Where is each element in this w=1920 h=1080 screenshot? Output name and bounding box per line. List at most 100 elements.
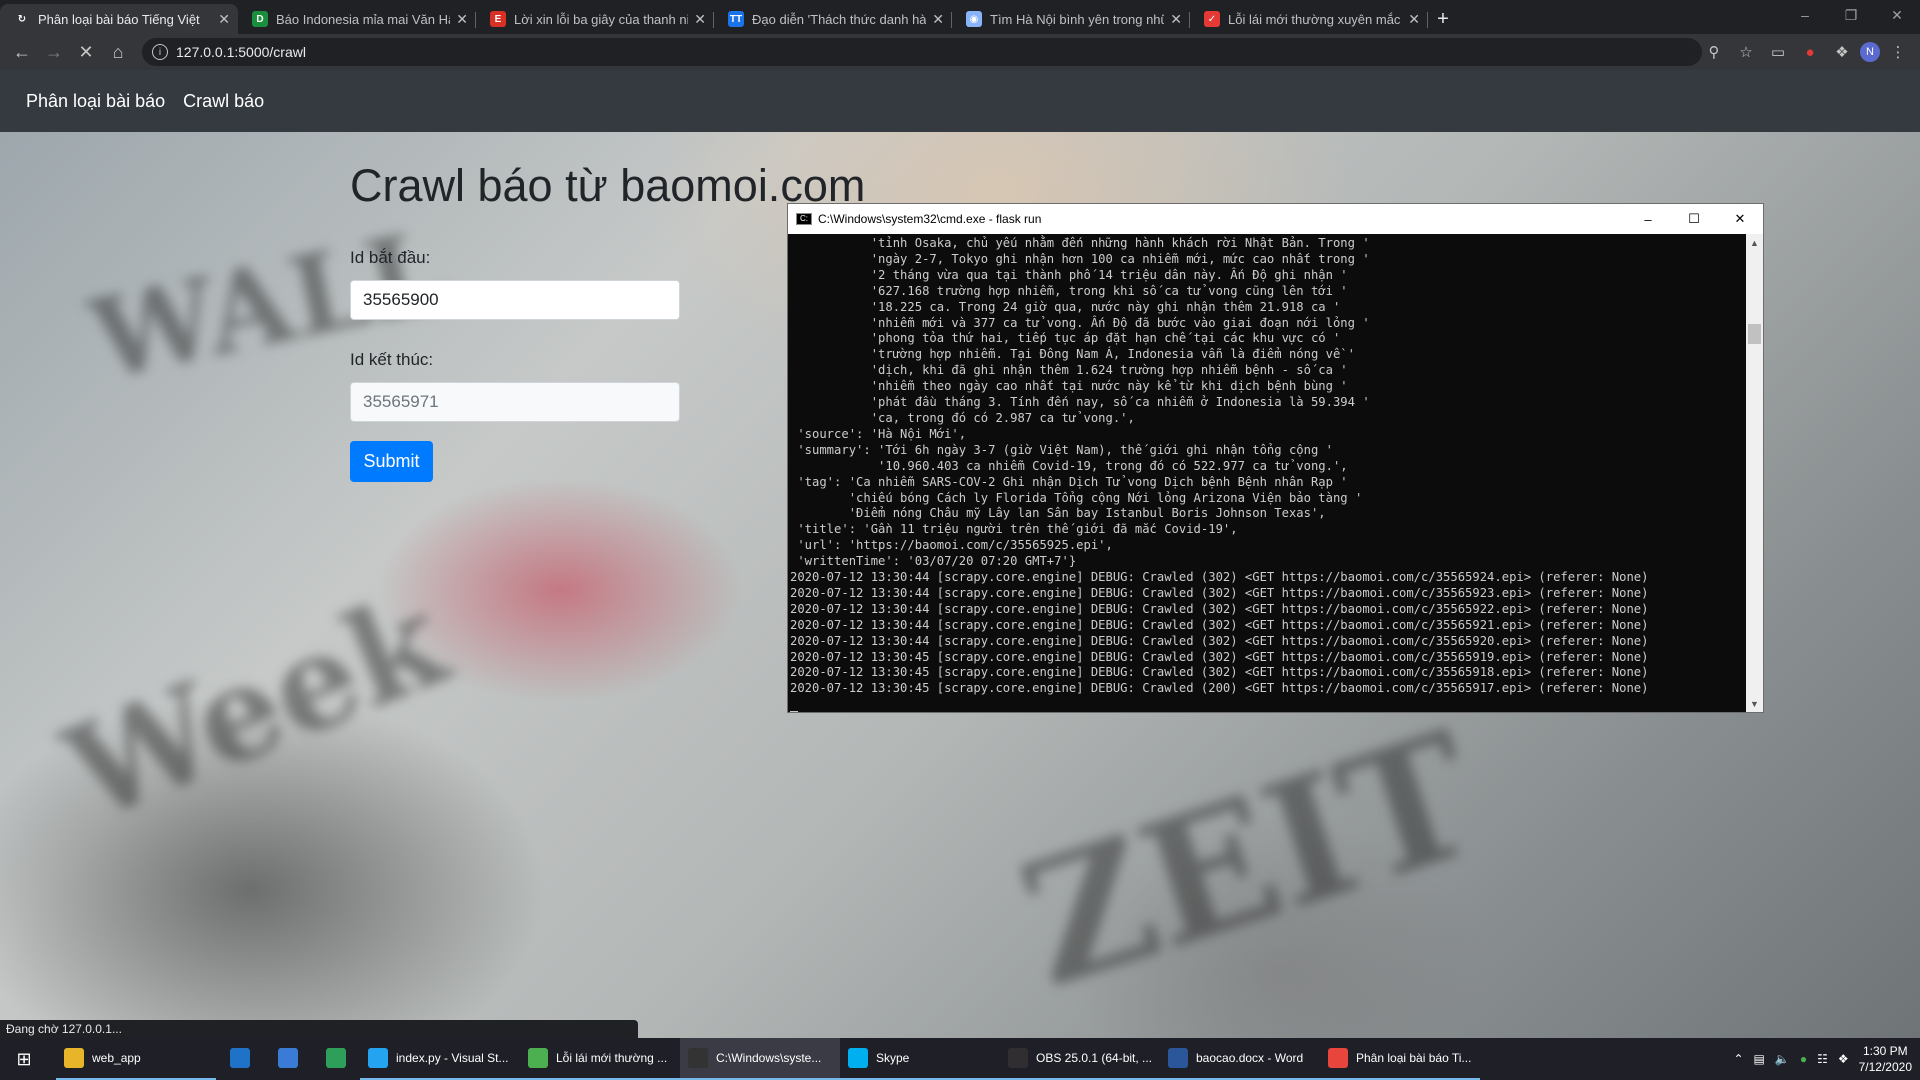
scroll-up-icon[interactable]: ▲: [1746, 234, 1763, 251]
minimize-icon[interactable]: –: [1782, 0, 1828, 30]
cmd-output-line: 'writtenTime': '03/07/20 07:20 GMT+7'}: [790, 554, 1077, 569]
tab-close-icon[interactable]: ✕: [694, 11, 706, 28]
extension-red-icon[interactable]: ●: [1796, 38, 1824, 66]
taskbar-item-label: baocao.docx - Word: [1196, 1051, 1304, 1065]
cmd-titlebar[interactable]: C: C:\Windows\system32\cmd.exe - flask r…: [788, 204, 1763, 234]
taskbar-item[interactable]: [312, 1038, 360, 1080]
cmd-output-line: 2020-07-12 13:30:45 [scrapy.core.engine]…: [790, 649, 1649, 664]
window-controls: – ❐ ✕: [1782, 0, 1920, 30]
zoom-icon[interactable]: ⚲: [1700, 38, 1728, 66]
taskbar: ⊞ web_app index.py - Visual St... Lỗi lái …: [0, 1038, 1920, 1080]
browser-tab[interactable]: TT Đạo diễn 'Thách thức danh hài' b ✕: [714, 4, 952, 34]
windows-start-icon[interactable]: ⊞: [0, 1038, 48, 1080]
cmd-scrollbar[interactable]: ▲ ▼: [1746, 234, 1763, 712]
clock[interactable]: 1:30 PM 7/12/2020: [1859, 1043, 1912, 1075]
store-icon: [278, 1048, 298, 1068]
tab-close-icon[interactable]: ✕: [218, 11, 230, 28]
taskbar-item-label: index.py - Visual St...: [396, 1051, 509, 1065]
pocket-icon[interactable]: ▭: [1764, 38, 1792, 66]
taskbar-item[interactable]: web_app: [56, 1038, 216, 1080]
cmd-output-line: 2020-07-12 13:30:45 [scrapy.core.engine]…: [790, 665, 1649, 680]
cmd-output-line: '627.168 trường hợp nhiễm, trong khi số …: [790, 283, 1348, 298]
profile-avatar[interactable]: N: [1860, 42, 1880, 62]
cmd-app-icon: C:: [796, 213, 812, 225]
browser-tab[interactable]: ✓ Lỗi lái mới thường xuyên mắc ph ✕: [1190, 4, 1428, 34]
taskbar-item[interactable]: baocao.docx - Word: [1160, 1038, 1320, 1080]
stop-loading-icon[interactable]: ✕: [70, 36, 102, 68]
cmd-output-line: 'ngày 2-7, Tokyo ghi nhận hơn 100 ca nhi…: [790, 251, 1370, 266]
cmd-output-line: 'nhiễm theo ngày cao nhất tại nước này k…: [790, 379, 1348, 394]
scrollbar-thumb[interactable]: [1748, 324, 1761, 344]
forward-icon[interactable]: →: [38, 36, 70, 68]
taskbar-item[interactable]: Skype: [840, 1038, 1000, 1080]
cmd-output-line: '10.960.403 ca nhiễm Covid-19, trong đó …: [790, 458, 1348, 473]
cmd-output-line: 2020-07-12 13:30:44 [scrapy.core.engine]…: [790, 633, 1649, 648]
cmd-output-line: 2020-07-12 13:30:44 [scrapy.core.engine]…: [790, 601, 1649, 616]
minimize-icon[interactable]: –: [1625, 204, 1671, 234]
tab-close-icon[interactable]: ✕: [456, 11, 468, 28]
volume-icon[interactable]: 🔈: [1775, 1052, 1790, 1066]
cmd-output-line: 'chiếu bóng Cách ly Florida Tổng cộng Nớ…: [790, 490, 1363, 505]
toolbar-actions: ⚲ ☆ ▭ ● ❖ N ⋮: [1700, 38, 1912, 66]
extensions-puzzle-icon[interactable]: ❖: [1828, 38, 1856, 66]
close-icon[interactable]: ✕: [1717, 204, 1763, 234]
taskbar-item[interactable]: [264, 1038, 312, 1080]
home-icon[interactable]: ⌂: [102, 36, 134, 68]
browser-tab[interactable]: ↻ Phân loại bài báo Tiếng Việt ✕: [0, 4, 238, 34]
browser-tab[interactable]: E Lời xin lỗi ba giây của thanh niên ✕: [476, 4, 714, 34]
network-icon[interactable]: ☷: [1817, 1052, 1828, 1066]
tab-title: Báo Indonesia mỉa mai Văn Hậu: [276, 11, 450, 27]
taskbar-item[interactable]: C:\Windows\syste...: [680, 1038, 840, 1080]
submit-button[interactable]: Submit: [350, 441, 433, 482]
tab-close-icon[interactable]: ✕: [1408, 11, 1420, 28]
taskbar-item-label: OBS 25.0.1 (64-bit, ...: [1036, 1051, 1152, 1065]
tray-notes-icon[interactable]: ▤: [1754, 1052, 1765, 1066]
scroll-down-icon[interactable]: ▼: [1746, 695, 1763, 712]
bookmark-star-icon[interactable]: ☆: [1732, 38, 1760, 66]
cmd-output-line: 2020-07-12 13:30:44 [scrapy.core.engine]…: [790, 585, 1649, 600]
cmd-output-line: 'summary': 'Tới 6h ngày 3-7 (giờ Việt Na…: [790, 442, 1333, 457]
browser-tab[interactable]: ◉ Tìm Hà Nội bình yên trong những ✕: [952, 4, 1190, 34]
cmd-window-controls: – ☐ ✕: [1625, 204, 1763, 234]
chrome-icon: [1328, 1048, 1348, 1068]
nav-link-crawl[interactable]: Crawl báo: [183, 91, 264, 112]
cmd-output-line: 2020-07-12 13:30:44 [scrapy.core.engine]…: [790, 570, 1649, 585]
loading-spinner-icon: ↻: [17, 13, 27, 25]
cmd-output-line: 'title': 'Gần 11 triệu người trên thế gi…: [790, 522, 1238, 537]
taskbar-item[interactable]: OBS 25.0.1 (64-bit, ...: [1000, 1038, 1160, 1080]
taskbar-item[interactable]: Phân loại bài báo Ti...: [1320, 1038, 1480, 1080]
maximize-icon[interactable]: ☐: [1671, 204, 1717, 234]
cmd-output-line: 'nhiễm mới và 377 ca tử vong. Ấn Độ đã b…: [790, 315, 1370, 330]
close-window-icon[interactable]: ✕: [1874, 0, 1920, 30]
cmd-window[interactable]: C: C:\Windows\system32\cmd.exe - flask r…: [787, 203, 1764, 713]
dropbox-icon[interactable]: ❖: [1838, 1052, 1849, 1066]
taskbar-item-label: Phân loại bài báo Ti...: [1356, 1051, 1472, 1065]
site-info-icon[interactable]: i: [152, 44, 168, 60]
cmd-output-line: 'phong tỏa thứ hai, tiếp tục áp đặt hạn …: [790, 331, 1341, 346]
cmd-title: C:\Windows\system32\cmd.exe - flask run: [818, 212, 1042, 226]
taskbar-item[interactable]: index.py - Visual St...: [360, 1038, 520, 1080]
taskbar-item-label: web_app: [92, 1051, 141, 1065]
cmd-output-line: 2020-07-12 13:30:44 [scrapy.core.engine]…: [790, 617, 1649, 632]
system-tray: ⌃ ▤ 🔈 ● ☷ ❖ 1:30 PM 7/12/2020: [1733, 1038, 1912, 1080]
tab-close-icon[interactable]: ✕: [1170, 11, 1182, 28]
tray-shield-icon[interactable]: ●: [1800, 1052, 1807, 1066]
restore-icon[interactable]: ❐: [1828, 0, 1874, 30]
taskbar-item[interactable]: [216, 1038, 264, 1080]
address-bar[interactable]: i 127.0.0.1:5000/crawl: [142, 38, 1702, 66]
taskbar-item[interactable]: Lỗi lái mới thường ...: [520, 1038, 680, 1080]
start-id-input[interactable]: [350, 280, 680, 320]
taskbar-item-label: C:\Windows\syste...: [716, 1051, 822, 1065]
new-tab-button[interactable]: +: [1428, 4, 1458, 34]
browser-tab[interactable]: D Báo Indonesia mỉa mai Văn Hậu ✕: [238, 4, 476, 34]
tray-chevron-icon[interactable]: ⌃: [1733, 1052, 1743, 1066]
cmd-output-line: 'trường hợp nhiễm. Tại Đông Nam Á, Indon…: [790, 347, 1355, 362]
nav-link-classify[interactable]: Phân loại bài báo: [26, 91, 165, 112]
tt-favicon-icon: TT: [728, 11, 744, 27]
tab-close-icon[interactable]: ✕: [932, 11, 944, 28]
back-icon[interactable]: ←: [6, 36, 38, 68]
cmd-output-line: '2 tháng vừa qua tại thành phố 14 triệu …: [790, 267, 1348, 282]
globe-favicon-icon: ◉: [966, 11, 982, 27]
end-id-input[interactable]: [350, 382, 680, 422]
menu-kebab-icon[interactable]: ⋮: [1884, 38, 1912, 66]
